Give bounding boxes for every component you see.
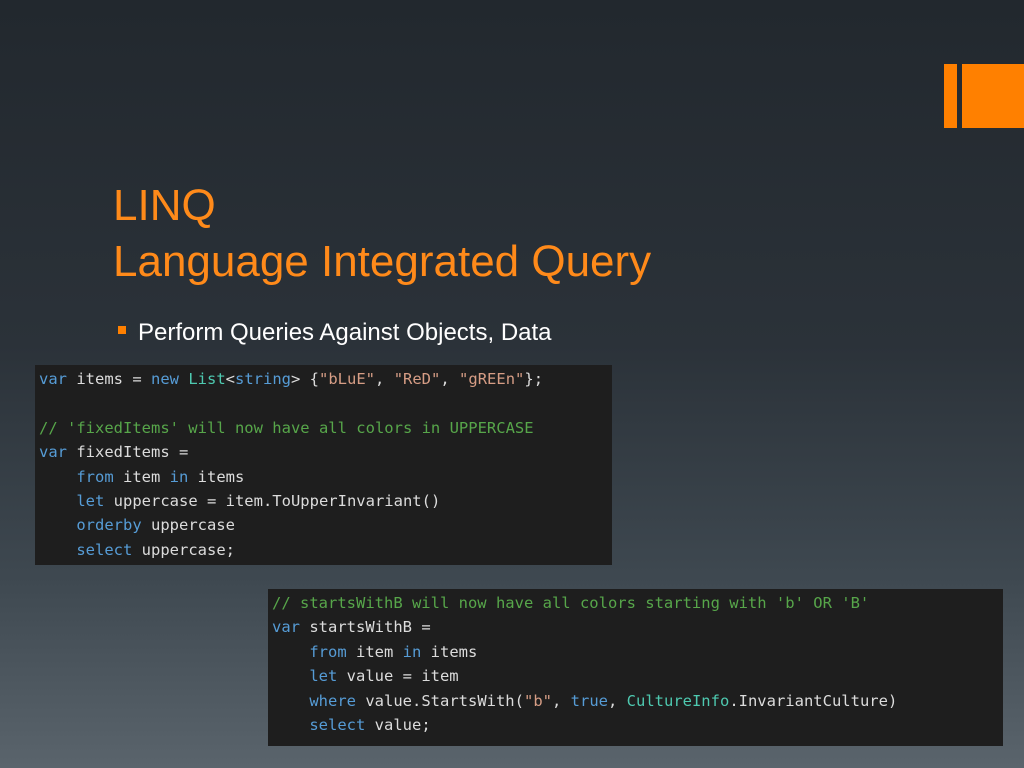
code-line: orderby uppercase <box>39 513 612 537</box>
code-line: from item in items <box>39 465 612 489</box>
code-line: select uppercase; <box>39 538 612 562</box>
slide-title: LINQ Language Integrated Query <box>113 178 651 290</box>
code-token: , <box>551 691 571 710</box>
code-line: var items = new List<string> {"bLuE", "R… <box>39 367 612 391</box>
code-block-starts-with-b: // startsWithB will now have all colors … <box>268 589 1003 746</box>
code-line: let value = item <box>272 664 1003 688</box>
code-token: List <box>188 370 226 388</box>
accent-bar-wide <box>962 64 1024 128</box>
code-token: let <box>309 667 338 686</box>
accent-bars-decoration <box>944 64 1024 128</box>
code-token: fixedItems = <box>67 443 189 462</box>
code-token: startsWithB = <box>300 618 431 637</box>
bullet-text: Perform Queries Against Objects, Data <box>138 319 552 346</box>
code-block-fixed-items: var items = new List<string> {"bLuE", "R… <box>35 365 612 565</box>
code-token: // 'fixedItems' will now have all colors… <box>39 418 534 437</box>
code-token: true <box>570 691 608 710</box>
code-token: .InvariantCulture) <box>729 691 898 710</box>
code-token: , <box>607 691 627 710</box>
accent-bar-thin <box>944 64 957 128</box>
code-token: CultureInfo <box>626 691 730 710</box>
code-token: // startsWithB will now have all colors … <box>272 594 870 612</box>
code-token: "b" <box>523 691 552 710</box>
code-token: > { <box>291 370 320 388</box>
code-token: select <box>76 540 133 559</box>
code-token: items <box>188 467 245 486</box>
code-token: uppercase <box>141 516 235 535</box>
code-token: let <box>76 491 105 510</box>
code-token: "ReD" <box>393 370 441 388</box>
code-line: from item in items <box>272 640 1003 664</box>
code-token: < <box>225 370 236 388</box>
code-token: items = <box>67 370 151 388</box>
code-token: value = item <box>337 667 459 686</box>
code-token: orderby <box>76 516 142 535</box>
code-token: where <box>309 691 356 710</box>
code-token: string <box>235 370 292 388</box>
code-token: in <box>402 642 422 661</box>
code-token: item <box>113 467 170 486</box>
code-token: var <box>272 618 300 637</box>
bullet-item: Perform Queries Against Objects, Data <box>118 316 552 350</box>
code-line: // 'fixedItems' will now have all colors… <box>39 416 612 440</box>
code-token: from <box>76 467 114 486</box>
code-line: var fixedItems = <box>39 440 612 464</box>
code-token: value.StartsWith( <box>356 691 524 710</box>
code-token: , <box>440 370 460 388</box>
code-token: var <box>39 443 67 462</box>
code-line: var startsWithB = <box>272 615 1003 639</box>
code-line: let uppercase = item.ToUpperInvariant() <box>39 489 612 513</box>
code-token: items <box>421 642 478 661</box>
code-token: , <box>375 370 394 388</box>
code-token: uppercase = item.ToUpperInvariant() <box>104 491 441 510</box>
code-token: in <box>169 467 189 486</box>
code-token: new <box>151 370 179 388</box>
bullet-square-icon <box>118 325 126 334</box>
code-line: where value.StartsWith("b", true, Cultur… <box>272 689 1003 713</box>
code-token: select <box>309 715 366 734</box>
code-token: from <box>309 642 347 661</box>
code-token: }; <box>524 370 544 388</box>
slide-title-line2: Language Integrated Query <box>113 237 652 286</box>
code-line: select value; <box>272 713 1003 737</box>
slide-title-line1: LINQ <box>113 181 216 230</box>
code-token: value; <box>365 715 431 734</box>
code-token: var <box>39 370 67 388</box>
code-token: "gREEn" <box>459 370 525 388</box>
code-token: item <box>346 642 403 661</box>
code-token: "bLuE" <box>319 370 376 388</box>
code-line: // startsWithB will now have all colors … <box>272 591 1003 615</box>
code-token: uppercase; <box>132 540 235 559</box>
